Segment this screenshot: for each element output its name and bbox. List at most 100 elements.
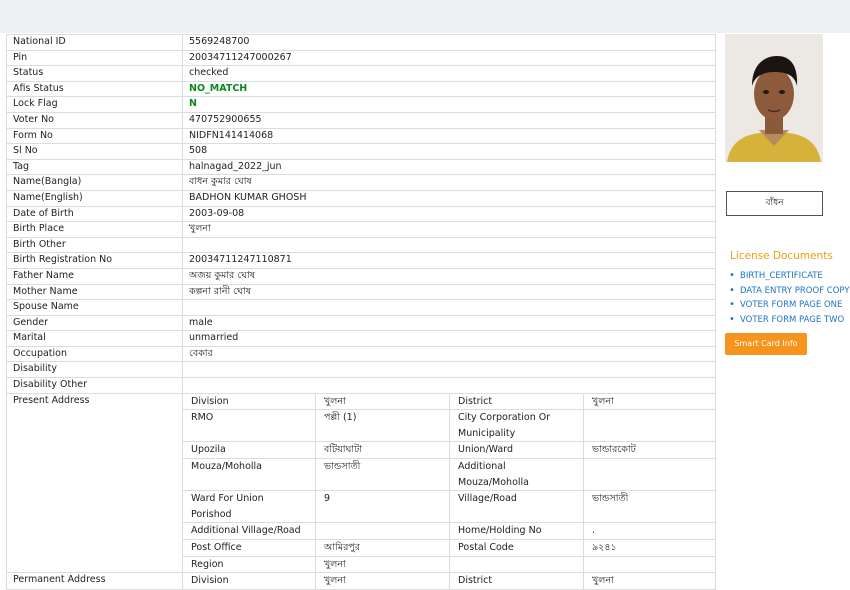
field-label: Marital bbox=[6, 330, 183, 347]
field-value: NIDFN141414068 bbox=[182, 127, 716, 145]
field-label: Birth Other bbox=[6, 236, 183, 254]
info-row-name-bangla: Name(Bangla) বাধন কুমার ঘোষ bbox=[6, 174, 716, 191]
smart-card-info-button[interactable]: Smart Card Info bbox=[725, 333, 807, 356]
field-value bbox=[182, 299, 716, 316]
field-label: Lock Flag bbox=[6, 96, 183, 113]
field-value: BADHON KUMAR GHOSH bbox=[182, 189, 716, 207]
info-row-occupation: Occupation বেকার bbox=[6, 345, 716, 363]
permanent-address-subrow: Division খুলনা District খুলনা bbox=[183, 573, 715, 589]
address-field-label: Union/Ward bbox=[449, 441, 584, 460]
field-value bbox=[182, 236, 716, 254]
info-row-form-no: Form No NIDFN141414068 bbox=[6, 127, 716, 145]
doc-link-voter-form-page-two[interactable]: VOTER FORM PAGE TWO bbox=[729, 313, 850, 328]
address-field-value bbox=[315, 522, 450, 540]
present-address-subrow: Upozila বটিয়াঘাটা Union/Ward ভান্ডারকোট bbox=[183, 441, 715, 460]
field-label: Birth Place bbox=[6, 221, 183, 238]
address-field-value: খুলনা bbox=[315, 394, 450, 411]
field-label: Sl No bbox=[6, 143, 183, 160]
present-address-subrow: Additional Village/Road Home/Holding No. bbox=[183, 522, 715, 540]
profile-photo bbox=[725, 34, 823, 162]
present-address-subrow: RMO পল্লী (1) City Corporation Or Municipa… bbox=[183, 409, 715, 443]
info-row-sl-no: Sl No 508 bbox=[6, 143, 716, 160]
address-field-value: . bbox=[583, 522, 715, 540]
address-field-label: Upozila bbox=[183, 441, 316, 460]
present-address-subrow: Mouza/Moholla ভান্ডসাতী Additional Mouza/M… bbox=[183, 458, 715, 492]
address-field-label: Region bbox=[183, 555, 316, 572]
field-value: বেকার bbox=[182, 345, 716, 363]
permanent-address-cell: Division খুলনা District খুলনা bbox=[182, 572, 716, 590]
permanent-address-table: Division খুলনা District খুলনা bbox=[183, 573, 715, 589]
field-value: খুলনা bbox=[182, 221, 716, 238]
address-field-label: Additional Village/Road bbox=[183, 522, 316, 540]
info-row-birth-other: Birth Other bbox=[6, 236, 716, 254]
doc-link-birth-certificate[interactable]: BIRTH_CERTIFICATE bbox=[729, 269, 850, 284]
address-field-value: খুলনা bbox=[583, 573, 715, 589]
info-row-birth-place: Birth Place খুলনা bbox=[6, 221, 716, 238]
field-label: Disability bbox=[6, 361, 183, 379]
address-field-label: Mouza/Moholla bbox=[183, 458, 316, 492]
present-address-table: Division খুলনা District খুলনা RMO পল্লী (1) Ci… bbox=[183, 394, 715, 572]
field-value: 5569248700 bbox=[182, 34, 716, 51]
field-label: Occupation bbox=[6, 345, 183, 363]
present-address-subrow: Post Office আমিরপুর Postal Code ৯২৪১ bbox=[183, 539, 715, 557]
address-field-label: RMO bbox=[183, 409, 316, 443]
right-sidebar: বাঁধন License Documents BIRTH_CERTIFICAT… bbox=[725, 34, 850, 356]
top-bar bbox=[0, 0, 850, 33]
address-field-value: খুলনা bbox=[315, 573, 450, 589]
field-value bbox=[182, 377, 716, 394]
present-address-row: Present Address Division খুলনা District খুলন… bbox=[6, 392, 716, 574]
info-row-voter-no: Voter No 470752900655 bbox=[6, 111, 716, 129]
address-field-label: Home/Holding No bbox=[449, 522, 584, 540]
address-field-label: District bbox=[449, 394, 584, 411]
field-value: halnagad_2022_jun bbox=[182, 158, 716, 176]
address-field-label: District bbox=[449, 573, 584, 589]
doc-link-data-entry-proof[interactable]: DATA ENTRY PROOF COPY bbox=[729, 284, 850, 299]
present-address-subrow: Region খুলনা bbox=[183, 555, 715, 572]
license-documents-title: License Documents bbox=[730, 250, 833, 262]
permanent-address-label: Permanent Address bbox=[6, 572, 183, 590]
field-value: 508 bbox=[182, 143, 716, 160]
address-field-label bbox=[449, 555, 584, 572]
field-label: Mother Name bbox=[6, 283, 183, 301]
person-photo-icon bbox=[725, 34, 823, 162]
present-address-label: Present Address bbox=[6, 392, 183, 574]
info-row-national-id: National ID 5569248700 bbox=[6, 34, 716, 51]
field-label: Tag bbox=[6, 158, 183, 176]
permanent-address-row: Permanent Address Division খুলনা District খু… bbox=[6, 572, 716, 590]
address-field-value bbox=[583, 458, 715, 492]
address-field-label: City Corporation Or Municipality bbox=[449, 409, 584, 443]
address-field-value: খুলনা bbox=[583, 394, 715, 411]
field-label: Gender bbox=[6, 314, 183, 332]
field-value: 2003-09-08 bbox=[182, 205, 716, 223]
field-value: NO_MATCH bbox=[182, 80, 716, 98]
signature-box[interactable]: বাঁধন bbox=[726, 191, 823, 216]
doc-link-voter-form-page-one[interactable]: VOTER FORM PAGE ONE bbox=[729, 298, 850, 313]
info-row-name-english: Name(English) BADHON KUMAR GHOSH bbox=[6, 189, 716, 207]
info-row-marital: Marital unmarried bbox=[6, 330, 716, 347]
address-field-value bbox=[583, 555, 715, 572]
field-label: Voter No bbox=[6, 111, 183, 129]
field-value: unmarried bbox=[182, 330, 716, 347]
address-field-label: Postal Code bbox=[449, 539, 584, 557]
field-label: Afis Status bbox=[6, 80, 183, 98]
address-field-label: Ward For Union Porishod bbox=[183, 490, 316, 524]
present-address-subrow: Division খুলনা District খুলনা bbox=[183, 394, 715, 411]
field-label: Date of Birth bbox=[6, 205, 183, 223]
field-label: Birth Registration No bbox=[6, 252, 183, 269]
info-row-birth-registration-no: Birth Registration No 20034711247110871 bbox=[6, 252, 716, 269]
info-row-father-name: Father Name অজয় কুমার ঘোষ bbox=[6, 267, 716, 285]
address-field-value: আমিরপুর bbox=[315, 539, 450, 557]
info-row-mother-name: Mother Name কল্পনা রানী ঘোষ bbox=[6, 283, 716, 301]
address-field-label: Post Office bbox=[183, 539, 316, 557]
info-row-disability-other: Disability Other bbox=[6, 377, 716, 394]
nid-info-panel: National ID 5569248700 Pin 2003471124700026… bbox=[6, 34, 716, 590]
info-row-gender: Gender male bbox=[6, 314, 716, 332]
field-value: checked bbox=[182, 65, 716, 82]
nid-info-table: National ID 5569248700 Pin 2003471124700026… bbox=[6, 34, 716, 590]
field-label: Disability Other bbox=[6, 377, 183, 394]
info-row-tag: Tag halnagad_2022_jun bbox=[6, 158, 716, 176]
license-documents-list: BIRTH_CERTIFICATE DATA ENTRY PROOF COPY … bbox=[725, 269, 850, 327]
address-field-value: ভান্ডারকোট bbox=[583, 441, 715, 460]
field-value: male bbox=[182, 314, 716, 332]
field-label: Spouse Name bbox=[6, 299, 183, 316]
